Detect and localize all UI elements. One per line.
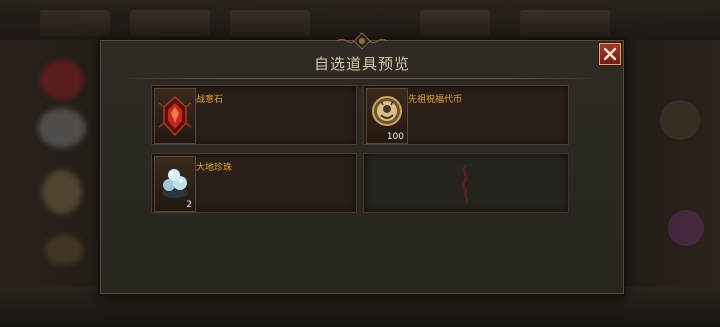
item-slot[interactable]: 大地珍珠 2 <box>151 153 357 213</box>
red-gem-icon <box>158 96 192 137</box>
close-icon <box>603 47 617 61</box>
background-blob <box>42 170 82 214</box>
background-blob <box>668 210 704 246</box>
item-count: 2 <box>186 200 192 210</box>
background-blob <box>44 235 84 265</box>
background-tab <box>130 10 210 36</box>
empty-item-slot <box>363 153 569 213</box>
item-name: 先祖祝福代币 <box>408 95 463 105</box>
background-left-panel <box>0 40 100 327</box>
item-preview-dialog: 自选道具预览 战意石 先祖祝福代币 100 大地珍珠 2 <box>100 32 624 294</box>
item-count: 100 <box>386 132 404 142</box>
background-blob <box>38 108 86 148</box>
background-tab <box>520 10 610 36</box>
background-blob <box>40 60 84 100</box>
background-right-panel <box>620 40 720 327</box>
empty-slot-rune-icon <box>461 164 469 204</box>
background-tab <box>40 10 110 36</box>
item-slot[interactable]: 先祖祝福代币 100 <box>363 85 569 145</box>
background-tab <box>420 10 490 36</box>
close-button[interactable] <box>599 43 621 65</box>
header-divider <box>121 78 603 79</box>
background-blob <box>660 100 700 140</box>
dialog-header: 自选道具预览 <box>101 41 623 77</box>
item-slot[interactable]: 战意石 <box>151 85 357 145</box>
dialog-title: 自选道具预览 <box>313 55 410 73</box>
background-tab <box>230 10 310 36</box>
item-icon-frame <box>154 88 196 144</box>
item-name: 战意石 <box>196 95 224 105</box>
item-name: 大地珍珠 <box>196 163 233 173</box>
